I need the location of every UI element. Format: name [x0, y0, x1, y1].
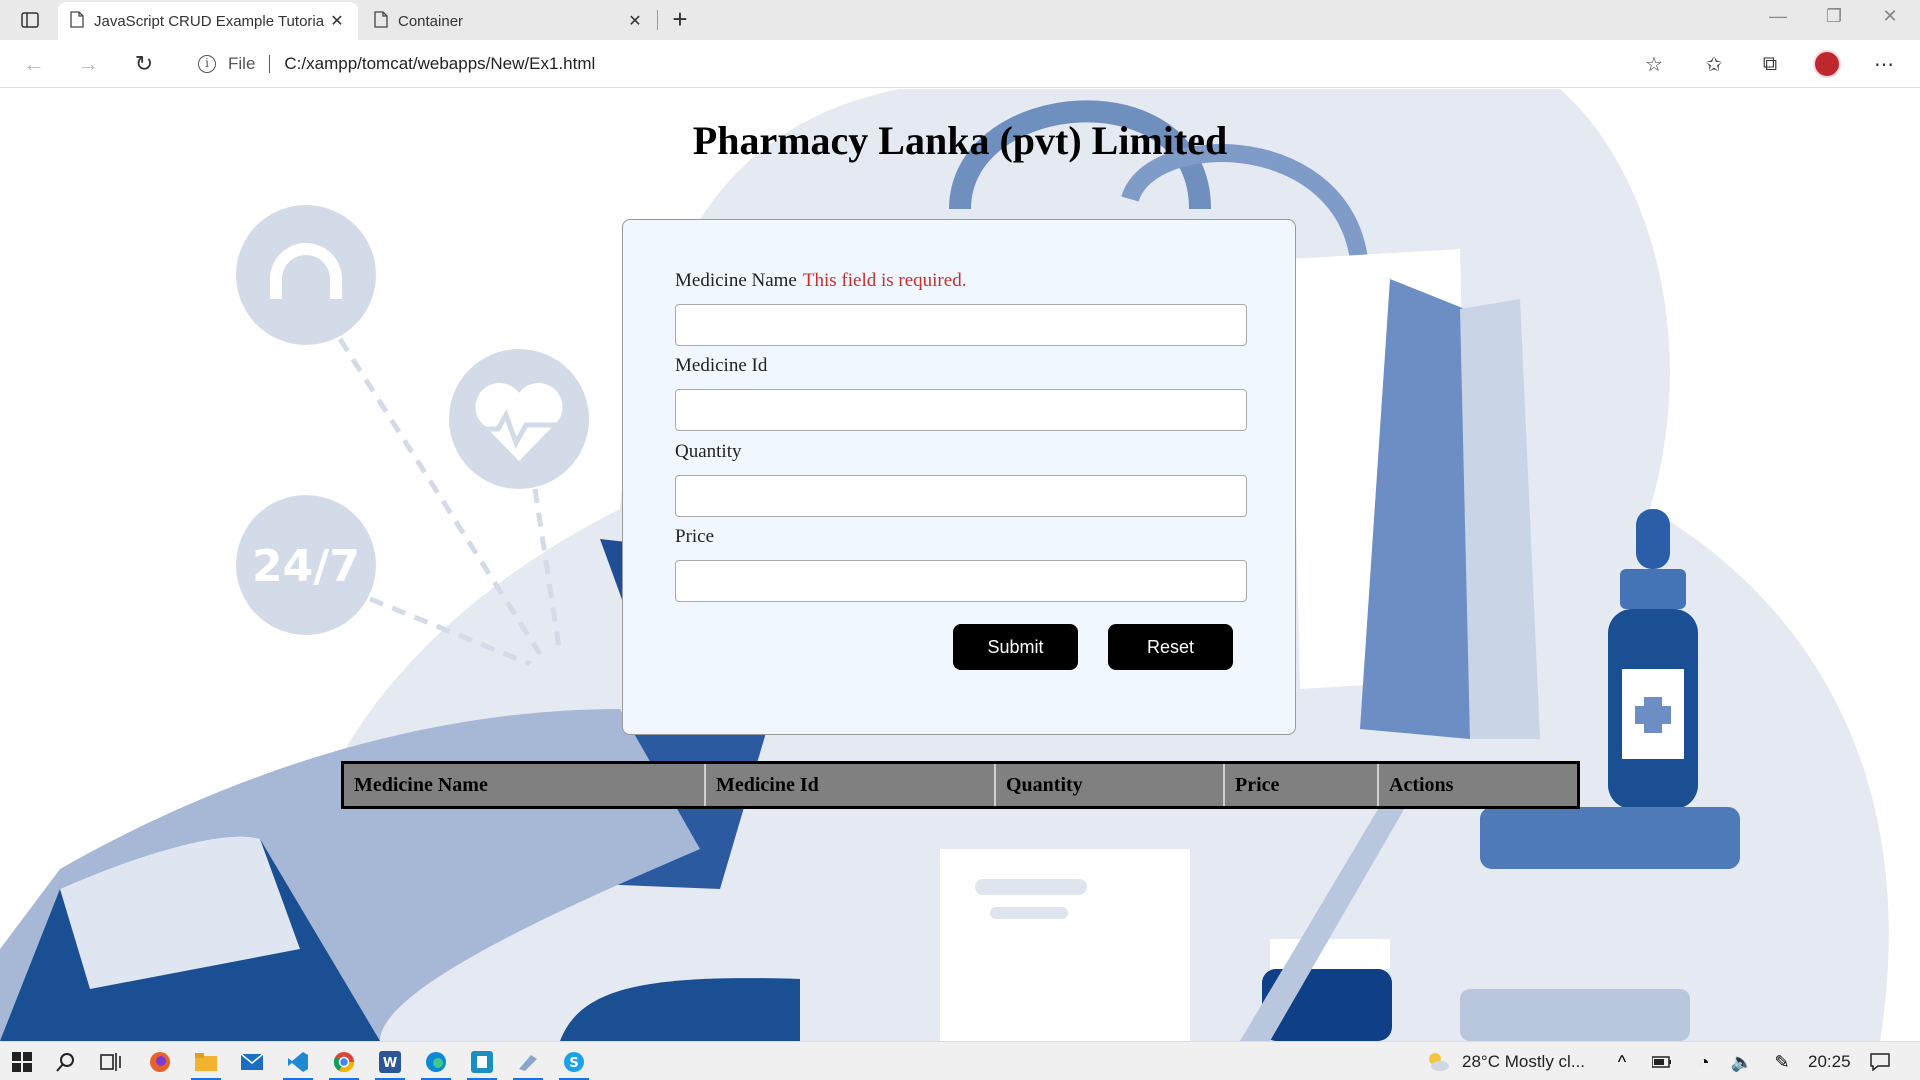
chrome-icon[interactable]: [330, 1048, 358, 1076]
address-bar[interactable]: i File C:/xampp/tomcat/webapps/New/Ex1.h…: [180, 45, 1670, 83]
chevron-up-icon[interactable]: ^: [1608, 1048, 1636, 1076]
add-favorite-icon[interactable]: ☆: [1640, 50, 1668, 78]
field-label-text: Medicine Name: [675, 270, 797, 291]
quantity-label: Quantity: [675, 441, 742, 462]
battery-icon[interactable]: [1648, 1048, 1676, 1076]
weather-icon[interactable]: [1424, 1048, 1452, 1076]
mail-icon[interactable]: [238, 1048, 266, 1076]
price-input[interactable]: [675, 560, 1247, 602]
column-header-medicine-id: Medicine Id: [706, 764, 996, 806]
tool-icon[interactable]: [514, 1048, 542, 1076]
tab-crud-example[interactable]: JavaScript CRUD Example Tutoria ✕: [58, 2, 358, 40]
collections-icon[interactable]: ⧉: [1756, 50, 1784, 78]
medicine-id-input[interactable]: [675, 389, 1247, 431]
tab-container[interactable]: Container ✕: [362, 2, 656, 40]
windows-taskbar: W S 28°C Mostly cl... ^ ◔ 🔈 ✎ 20:25: [0, 1041, 1920, 1080]
medicine-form: Medicine Name This field is required. Med…: [622, 219, 1296, 735]
address-scheme: File: [228, 54, 256, 73]
close-window-icon[interactable]: ✕: [1870, 6, 1910, 34]
profile-avatar[interactable]: [1813, 50, 1841, 78]
tab-separator: [657, 10, 658, 30]
required-error-message: This field is required.: [802, 270, 967, 291]
browser-toolbar: ← → ↻ i File C:/xampp/tomcat/webapps/New…: [0, 40, 1920, 88]
vscode-icon[interactable]: [284, 1048, 312, 1076]
column-header-medicine-name: Medicine Name: [344, 764, 706, 806]
word-icon[interactable]: W: [376, 1048, 404, 1076]
favorites-icon[interactable]: ✩: [1700, 50, 1728, 78]
back-arrow-icon[interactable]: ←: [18, 48, 50, 80]
tab-title: JavaScript CRUD Example Tutoria: [94, 12, 325, 30]
close-tab-icon[interactable]: ✕: [626, 11, 644, 31]
page-title: Pharmacy Lanka (pvt) Limited: [692, 118, 1228, 163]
medicine-name-input[interactable]: [675, 304, 1247, 346]
volume-icon[interactable]: 🔈: [1728, 1048, 1756, 1076]
file-explorer-icon[interactable]: [192, 1048, 220, 1076]
wifi-icon[interactable]: ◔: [1690, 1048, 1718, 1076]
reset-button[interactable]: Reset: [1108, 624, 1233, 670]
edge-icon[interactable]: [422, 1048, 450, 1076]
svg-text:24/7: 24/7: [252, 541, 360, 592]
price-label: Price: [675, 526, 715, 547]
refresh-icon[interactable]: ↻: [128, 48, 160, 80]
task-view-icon[interactable]: [97, 1048, 125, 1076]
address-url: C:/xampp/tomcat/webapps/New/Ex1.html: [284, 54, 596, 73]
tab-actions-icon[interactable]: [14, 8, 46, 32]
search-icon[interactable]: [52, 1048, 80, 1076]
notifications-icon[interactable]: [1866, 1048, 1894, 1076]
headset-icon: [236, 205, 376, 345]
column-header-actions: Actions: [1389, 773, 1454, 796]
svg-text:W: W: [383, 1056, 397, 1071]
skype-icon[interactable]: S: [560, 1048, 588, 1076]
pen-icon[interactable]: ✎: [1768, 1048, 1796, 1076]
minimize-icon[interactable]: —: [1758, 6, 1798, 34]
browser-tab-bar: JavaScript CRUD Example Tutoria ✕ Contai…: [0, 0, 1920, 40]
address-divider: [269, 55, 271, 73]
medicine-name-label: Medicine Name This field is required.: [675, 270, 966, 292]
column-header-price: Price: [1225, 764, 1379, 806]
app-icon[interactable]: [468, 1048, 496, 1076]
medicine-id-label: Medicine Id: [675, 355, 768, 376]
quantity-input[interactable]: [675, 475, 1247, 517]
submit-button[interactable]: Submit: [953, 624, 1078, 670]
page-content: 24/7 Pharmacy Lanka (pvt) Limited Medici…: [0, 89, 1920, 1041]
new-tab-icon[interactable]: +: [666, 6, 694, 34]
page-icon: [70, 10, 84, 32]
column-header-quantity: Quantity: [996, 764, 1225, 806]
firefox-icon[interactable]: [146, 1048, 174, 1076]
restore-icon[interactable]: ❐: [1814, 6, 1854, 34]
more-menu-icon[interactable]: ⋯: [1870, 50, 1898, 78]
weather-text[interactable]: 28°C Mostly cl...: [1462, 1052, 1585, 1072]
page-icon: [374, 10, 388, 32]
svg-text:S: S: [569, 1056, 578, 1071]
info-icon[interactable]: i: [198, 55, 216, 73]
close-tab-icon[interactable]: ✕: [328, 11, 346, 31]
forward-arrow-icon[interactable]: →: [72, 48, 104, 80]
medicine-table: Medicine Name Medicine Id Quantity Price…: [341, 761, 1580, 809]
clock-time[interactable]: 20:25: [1808, 1052, 1851, 1072]
tab-title: Container: [398, 12, 464, 30]
windows-start-icon[interactable]: [8, 1048, 36, 1076]
